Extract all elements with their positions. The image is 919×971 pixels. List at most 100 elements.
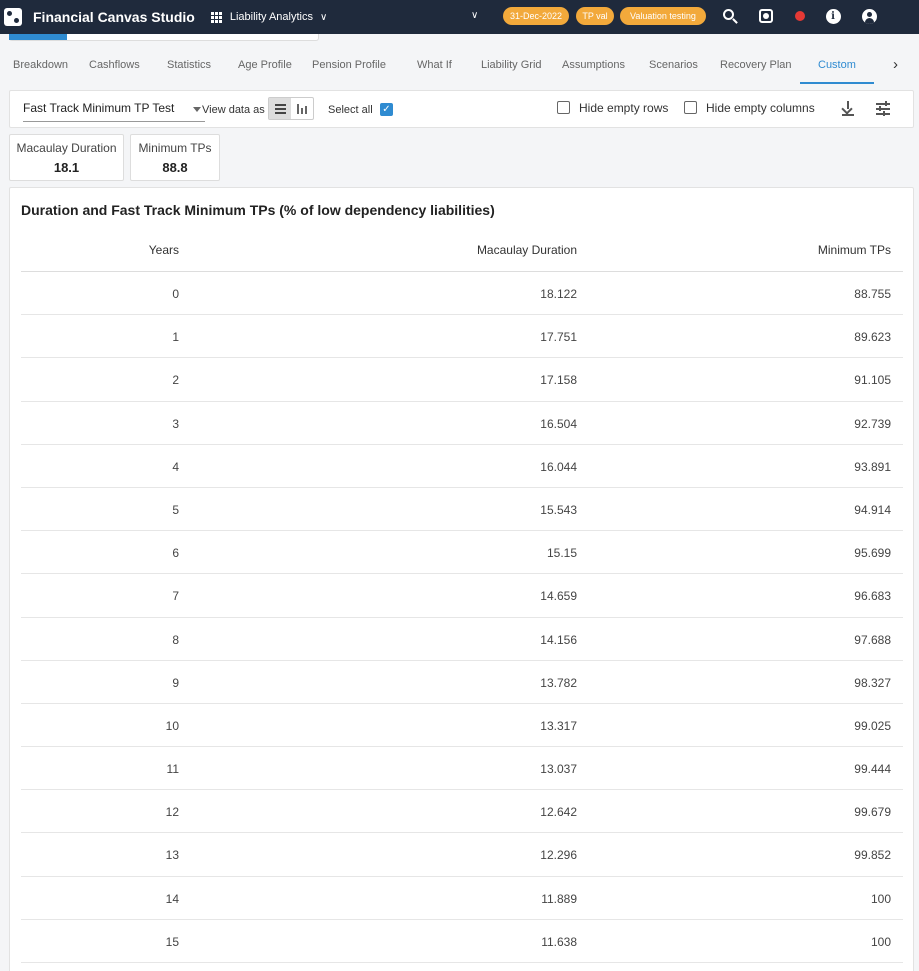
- tp-badge[interactable]: TP val: [576, 7, 614, 25]
- cell-minimum-tps: 91.105: [854, 373, 891, 388]
- cell-years: 11: [166, 762, 179, 777]
- hide-empty-rows-label: Hide empty rows: [579, 101, 669, 115]
- tab-assumptions[interactable]: Assumptions: [562, 59, 625, 71]
- app-logo-icon[interactable]: [4, 8, 22, 26]
- tab-pension-profile[interactable]: Pension Profile: [312, 59, 386, 71]
- table-row: 4 16.044 93.891: [21, 445, 903, 488]
- chart-view-button[interactable]: [291, 98, 313, 119]
- table-row: 12 12.642 99.679: [21, 790, 903, 834]
- chevron-down-icon: ∨: [319, 11, 328, 23]
- tab-age-profile[interactable]: Age Profile: [238, 59, 292, 71]
- apps-grid-icon: [210, 11, 222, 23]
- report-select[interactable]: Fast Track Minimum TP Test: [23, 101, 205, 122]
- hide-empty-columns-checkbox[interactable]: [684, 101, 697, 114]
- cell-years: 1: [172, 330, 179, 345]
- cell-years: 4: [172, 459, 179, 474]
- account-icon[interactable]: [861, 8, 877, 24]
- active-tab-indicator: [800, 82, 874, 84]
- cell-years: 13: [165, 848, 179, 863]
- cell-macaulay-duration: 17.158: [540, 373, 577, 388]
- table-row: 2 17.158 91.105: [21, 358, 903, 402]
- tab-scenarios[interactable]: Scenarios: [649, 59, 698, 71]
- tab-cashflows[interactable]: Cashflows: [89, 59, 140, 71]
- select-all-checkbox[interactable]: ✓: [380, 103, 393, 116]
- metric-card-minimum-tps: Minimum TPs 88.8: [130, 134, 220, 181]
- cell-years: 12: [165, 805, 179, 820]
- info-icon[interactable]: i: [825, 8, 841, 24]
- cell-years: 14: [165, 891, 179, 906]
- record-icon[interactable]: [792, 8, 808, 24]
- cell-macaulay-duration: 11.638: [541, 934, 577, 949]
- tab-liability-grid[interactable]: Liability Grid: [481, 59, 542, 71]
- table-row: 13 12.296 99.852: [21, 833, 903, 877]
- cell-macaulay-duration: 14.659: [540, 589, 577, 604]
- app-title: Financial Canvas Studio: [33, 9, 195, 25]
- cell-minimum-tps: 97.688: [854, 632, 891, 647]
- cell-years: 7: [172, 589, 179, 604]
- cell-minimum-tps: 88.755: [854, 287, 891, 301]
- tune-settings-icon[interactable]: [876, 101, 890, 116]
- cell-minimum-tps: 100: [870, 934, 891, 949]
- cell-minimum-tps: 93.891: [854, 459, 891, 474]
- list-icon: [274, 103, 286, 114]
- table-row: 6 15.15 95.699: [21, 531, 903, 575]
- top-bar: Financial Canvas Studio Liability Analyt…: [0, 0, 919, 34]
- cell-years: 3: [172, 416, 179, 431]
- cell-minimum-tps: 89.623: [854, 330, 891, 345]
- metric-card-macaulay-duration: Macaulay Duration 18.1: [9, 134, 124, 181]
- cell-years: 8: [172, 632, 179, 647]
- search-icon[interactable]: [722, 8, 738, 24]
- tab-breakdown[interactable]: Breakdown: [13, 59, 68, 71]
- tab-recovery-plan[interactable]: Recovery Plan: [720, 59, 792, 71]
- column-header-years[interactable]: Years: [149, 243, 179, 257]
- metric-label: Minimum TPs: [138, 141, 212, 155]
- cell-macaulay-duration: 11.889: [541, 891, 577, 906]
- hide-empty-columns-label: Hide empty columns: [706, 101, 815, 115]
- report-select-value: Fast Track Minimum TP Test: [23, 101, 175, 115]
- metric-value: 88.8: [162, 160, 188, 175]
- table-header: Years Macaulay Duration Minimum TPs: [21, 228, 903, 272]
- view-toggle: [268, 97, 314, 120]
- chevron-right-icon[interactable]: ›: [893, 56, 898, 73]
- table-row: 5 15.543 94.914: [21, 488, 903, 532]
- table-row: 0 18.122 88.755: [21, 272, 903, 316]
- tab-custom[interactable]: Custom: [818, 59, 856, 71]
- metric-label: Macaulay Duration: [16, 141, 117, 155]
- cell-macaulay-duration: 13.037: [540, 762, 577, 777]
- table-body: 0 18.122 88.755 1 17.751 89.623 2 17.158 91.105 3…: [21, 272, 903, 963]
- cell-macaulay-duration: 12.642: [540, 805, 577, 820]
- cell-minimum-tps: 99.852: [854, 848, 891, 863]
- bar-chart-icon: [296, 103, 308, 114]
- column-header-macaulay-duration[interactable]: Macaulay Duration: [477, 243, 577, 257]
- download-icon-base: [842, 114, 854, 116]
- cell-years: 0: [172, 287, 179, 301]
- dropdown-arrow-icon: [193, 107, 201, 112]
- cell-macaulay-duration: 18.122: [540, 287, 577, 301]
- cell-minimum-tps: 99.679: [854, 805, 891, 820]
- hide-empty-rows-checkbox[interactable]: [557, 101, 570, 114]
- table-row: 11 13.037 99.444: [21, 747, 903, 791]
- cell-macaulay-duration: 15.543: [540, 502, 577, 517]
- table-view-button[interactable]: [269, 98, 291, 119]
- cell-years: 2: [172, 373, 179, 388]
- table-row: 9 13.782 98.327: [21, 661, 903, 704]
- date-badge[interactable]: 31-Dec-2022: [503, 7, 569, 25]
- select-all-label: Select all: [328, 104, 373, 116]
- table-row: 7 14.659 96.683: [21, 574, 903, 618]
- gear-icon[interactable]: [758, 8, 774, 24]
- table-title: Duration and Fast Track Minimum TPs (% o…: [21, 202, 495, 218]
- table-row: 14 11.889 100: [21, 877, 903, 920]
- column-header-minimum-tps[interactable]: Minimum TPs: [818, 243, 891, 257]
- table-row: 3 16.504 92.739: [21, 402, 903, 445]
- module-switcher[interactable]: Liability Analytics ∨: [210, 11, 328, 23]
- table-row: 1 17.751 89.623: [21, 315, 903, 359]
- cell-macaulay-duration: 12.296: [540, 848, 577, 863]
- cell-years: 6: [172, 546, 179, 561]
- tab-what-if[interactable]: What If: [417, 59, 452, 71]
- tab-statistics[interactable]: Statistics: [167, 59, 211, 71]
- chevron-down-icon[interactable]: ∨: [471, 10, 478, 21]
- scenario-badge[interactable]: Valuation testing: [620, 7, 706, 25]
- cell-macaulay-duration: 15.15: [546, 546, 577, 561]
- tab-strip: Breakdown Cashflows Statistics Age Profi…: [0, 34, 919, 84]
- cell-years: 5: [172, 502, 179, 517]
